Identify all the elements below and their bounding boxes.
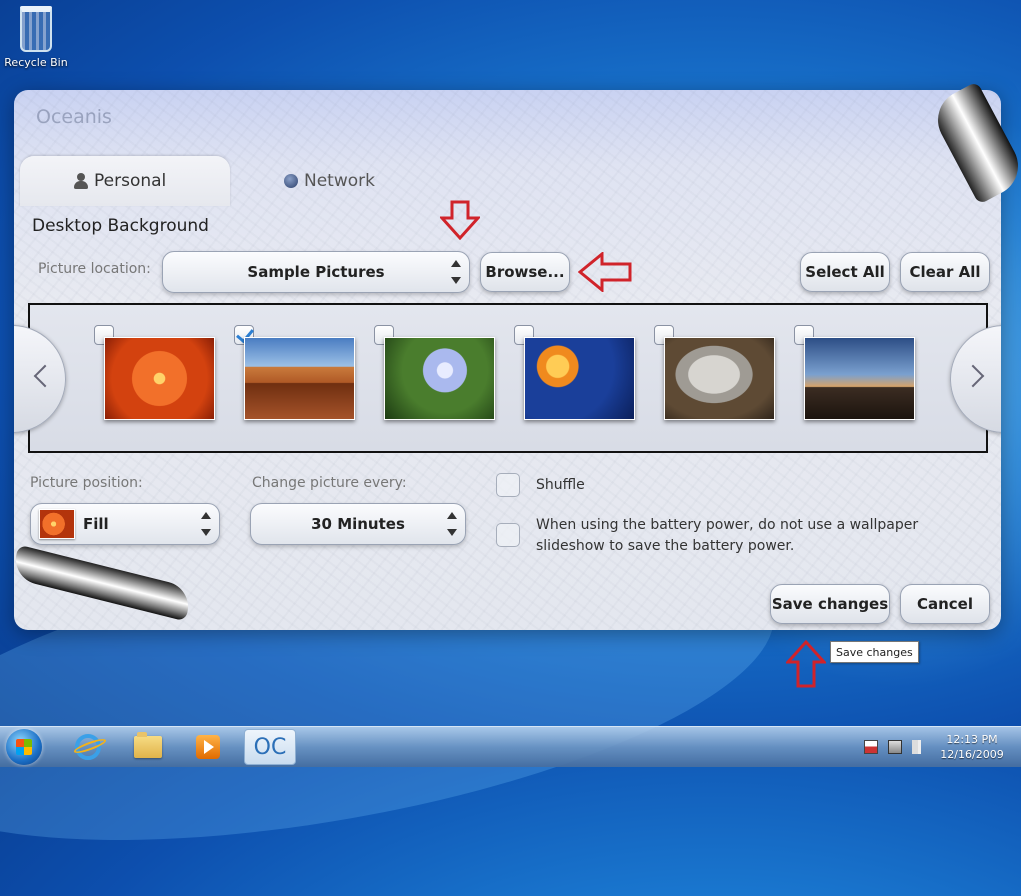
picture-position-value: Fill xyxy=(83,515,109,533)
clock-time: 12:13 PM xyxy=(946,733,998,746)
recycle-bin-desktop-icon[interactable]: Recycle Bin xyxy=(4,6,68,69)
up-arrow-annotation-icon xyxy=(786,640,826,688)
start-button[interactable] xyxy=(6,729,42,765)
shuffle-checkbox[interactable] xyxy=(496,473,520,497)
oceanis-icon: OC xyxy=(253,734,287,760)
taskbar: OC 12:13 PM 12/16/2009 xyxy=(0,726,1021,767)
picture-position-label: Picture position: xyxy=(30,475,143,491)
oceanis-window: Oceanis Personal Network Desktop Backgro… xyxy=(14,90,1001,630)
person-icon xyxy=(74,173,88,189)
clear-all-button[interactable]: Clear All xyxy=(900,252,990,292)
chevron-right-icon xyxy=(961,364,985,388)
section-title: Desktop Background xyxy=(32,216,209,236)
fill-preview-icon xyxy=(39,509,75,539)
taskbar-internet-explorer[interactable] xyxy=(62,729,114,765)
taskbar-media-player[interactable] xyxy=(182,729,234,765)
tab-personal[interactable]: Personal xyxy=(20,156,230,206)
system-clock[interactable]: 12:13 PM 12/16/2009 xyxy=(932,732,1012,762)
shuffle-label: Shuffle xyxy=(536,477,585,493)
select-all-button[interactable]: Select All xyxy=(800,252,890,292)
tab-network[interactable]: Network xyxy=(284,156,375,206)
spinner-arrows-icon xyxy=(447,512,457,536)
change-picture-value: 30 Minutes xyxy=(311,515,405,533)
clock-date: 12/16/2009 xyxy=(940,748,1004,761)
battery-text-line1: When using the battery power, do not use… xyxy=(536,517,919,533)
change-picture-label: Change picture every: xyxy=(252,475,407,491)
gallery-prev-button[interactable] xyxy=(14,325,66,433)
battery-option-text: When using the battery power, do not use… xyxy=(536,515,918,557)
media-player-icon xyxy=(196,735,220,759)
picture-location-label: Picture location: xyxy=(38,261,151,277)
picture-position-select[interactable]: Fill xyxy=(30,503,220,545)
battery-text-line2: slideshow to save the battery power. xyxy=(536,538,795,554)
gallery-next-button[interactable] xyxy=(950,325,1001,433)
globe-icon xyxy=(284,174,298,188)
chevron-left-icon xyxy=(33,364,57,388)
internet-explorer-icon xyxy=(75,734,101,760)
app-title: Oceanis xyxy=(36,106,112,128)
battery-checkbox[interactable] xyxy=(496,523,520,547)
picture-location-value: Sample Pictures xyxy=(247,263,385,281)
taskbar-windows-explorer[interactable] xyxy=(122,729,174,765)
taskbar-oceanis[interactable]: OC xyxy=(244,729,296,765)
thumbnail-desert[interactable] xyxy=(244,337,355,420)
folder-icon xyxy=(134,732,162,758)
spinner-arrows-icon xyxy=(201,512,211,536)
picture-location-select[interactable]: Sample Pictures xyxy=(162,251,470,293)
tab-personal-label: Personal xyxy=(94,171,167,191)
thumbnail-jellyfish[interactable] xyxy=(524,337,635,420)
cancel-button[interactable]: Cancel xyxy=(900,584,990,624)
thumbnail-hydrangeas[interactable] xyxy=(384,337,495,420)
browse-button[interactable]: Browse... xyxy=(480,252,570,292)
recycle-bin-label: Recycle Bin xyxy=(4,56,68,69)
wallpaper-gallery xyxy=(14,303,1001,453)
down-arrow-annotation-icon xyxy=(440,200,480,240)
action-center-flag-icon[interactable] xyxy=(864,740,878,754)
power-icon[interactable] xyxy=(888,740,902,754)
change-picture-select[interactable]: 30 Minutes xyxy=(250,503,466,545)
left-arrow-annotation-icon xyxy=(578,252,632,292)
spinner-arrows-icon xyxy=(451,260,461,284)
recycle-bin-icon xyxy=(20,6,52,52)
save-changes-tooltip: Save changes xyxy=(830,641,919,663)
thumbnail-koala[interactable] xyxy=(664,337,775,420)
thumbnail-chrysanthemum[interactable] xyxy=(104,337,215,420)
tab-network-label: Network xyxy=(304,171,375,191)
volume-icon[interactable] xyxy=(912,740,926,754)
thumbnail-lighthouse[interactable] xyxy=(804,337,915,420)
save-changes-button[interactable]: Save changes xyxy=(770,584,890,624)
